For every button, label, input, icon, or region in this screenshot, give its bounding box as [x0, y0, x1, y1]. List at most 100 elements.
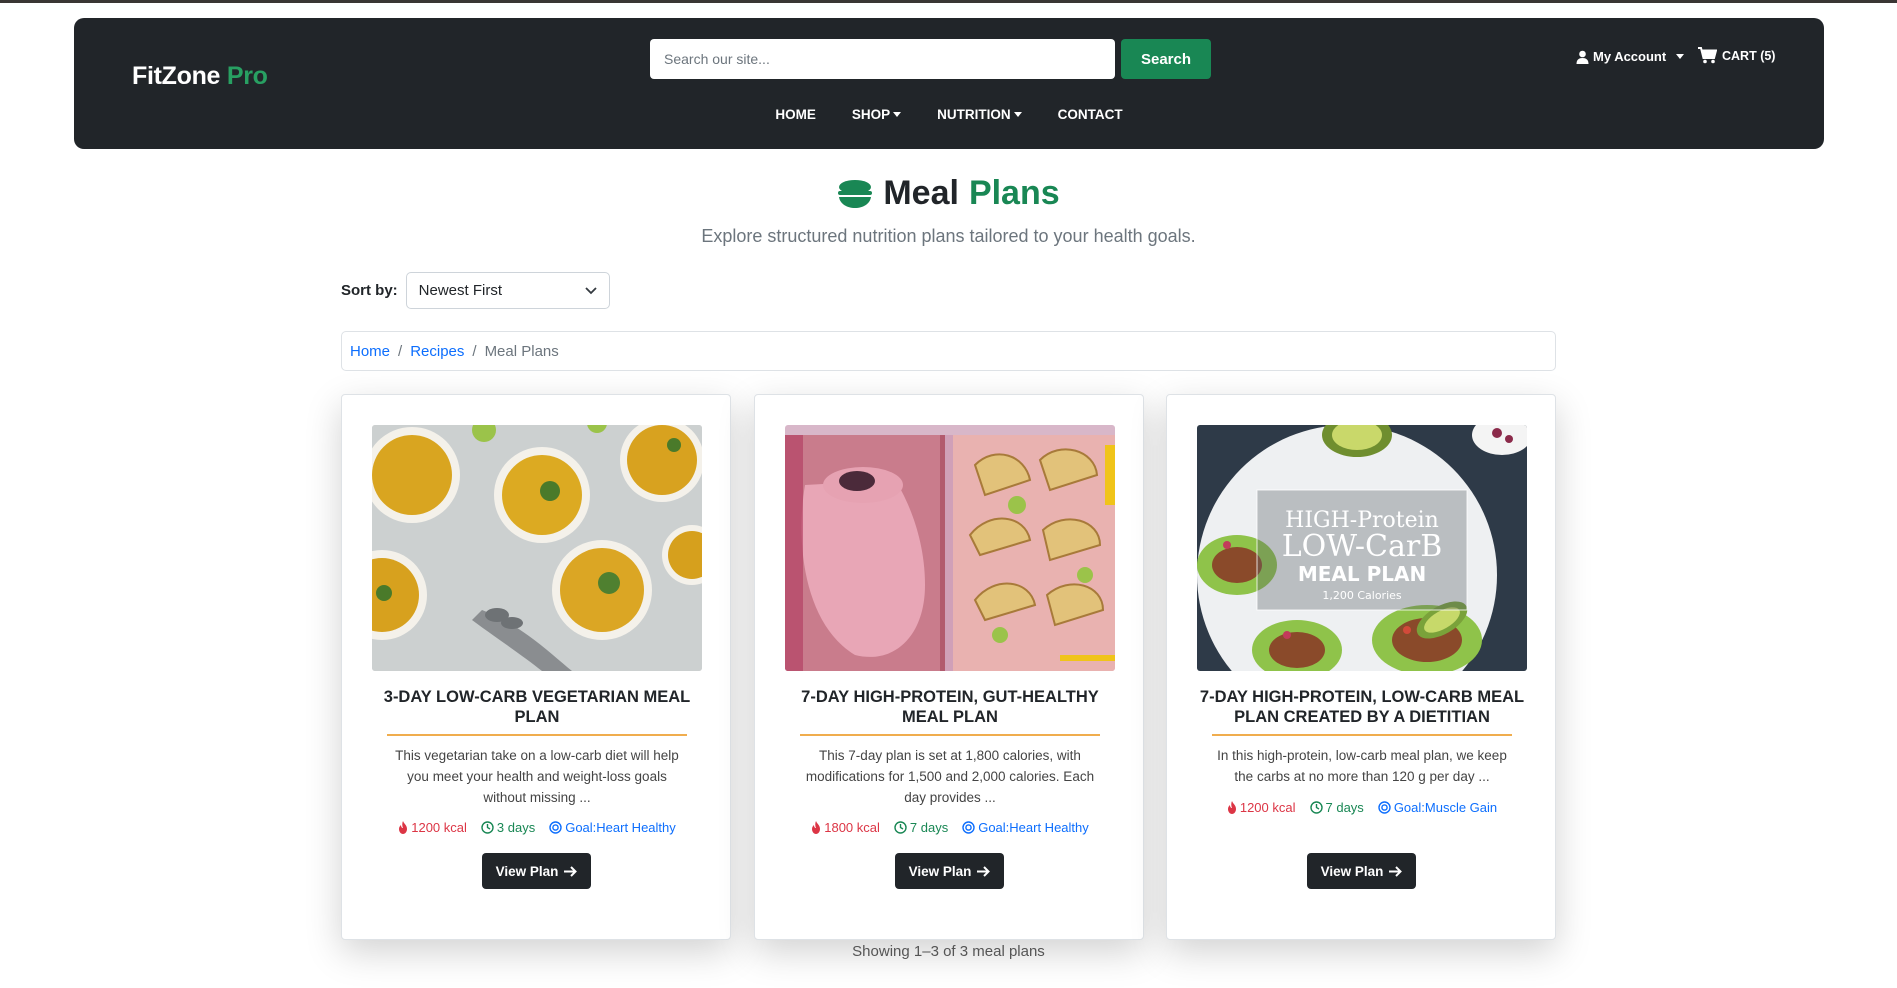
duration-value: 7 days: [909, 820, 949, 835]
meal-plan-meta: 1200 kcal 3 days Goal:Heart Healthy: [342, 820, 732, 835]
goal-value: Goal:Heart Healthy: [565, 820, 676, 835]
clock-icon: [1309, 801, 1323, 814]
chevron-down-icon: [585, 286, 597, 294]
calories-value: 1200 kcal: [411, 820, 467, 835]
meal-plan-meta: 1800 kcal 7 days Goal:Heart Healthy: [755, 820, 1145, 835]
sort-select[interactable]: Newest First: [405, 272, 610, 309]
menu-item-label: NUTRITION: [937, 107, 1011, 122]
calories-badge: 1200 kcal: [1227, 800, 1296, 815]
goal-value: Goal:Muscle Gain: [1393, 800, 1498, 815]
calories-badge: 1800 kcal: [811, 820, 880, 835]
goal-value: Goal:Heart Healthy: [978, 820, 1089, 835]
arrow-right-icon: [977, 865, 991, 877]
menu-item-label: CONTACT: [1057, 107, 1123, 122]
breadcrumb: Home / Recipes / Meal Plans: [341, 331, 1556, 371]
results-count: Showing 1–3 of 3 meal plans: [852, 943, 1045, 960]
search-input[interactable]: [650, 39, 1115, 79]
target-icon: [549, 821, 562, 834]
chevron-down-icon: [893, 112, 902, 117]
brand-logo[interactable]: FitZone Pro: [132, 62, 268, 91]
menu-item-label: SHOP: [851, 107, 891, 122]
title-divider: [800, 734, 1100, 736]
menu-item-home[interactable]: HOME: [775, 107, 816, 122]
duration-badge: 7 days: [1309, 800, 1364, 815]
sort-control: Sort by: Newest First: [341, 272, 610, 309]
main-menu: HOME SHOP NUTRITION CONTACT: [74, 107, 1824, 122]
goal-badge: Goal:Heart Healthy: [962, 820, 1089, 835]
meal-plan-title: 7-DAY HIGH-PROTEIN, LOW-CARB MEAL PLAN C…: [1199, 688, 1525, 726]
target-icon: [1378, 801, 1391, 814]
bowl-icon: [838, 179, 873, 208]
title-divider: [1212, 734, 1512, 736]
view-plan-button[interactable]: View Plan: [895, 853, 1004, 889]
chevron-down-icon: [1013, 112, 1022, 117]
breadcrumb-separator: /: [472, 342, 477, 360]
meal-plan-card: 7-DAY HIGH-PROTEIN, GUT-HEALTHY MEAL PLA…: [754, 394, 1144, 940]
top-border: [0, 0, 1897, 3]
menu-item-label: HOME: [775, 107, 816, 122]
duration-badge: 3 days: [481, 820, 535, 835]
sort-selected-value: Newest First: [418, 282, 503, 299]
arrow-right-icon: [564, 865, 578, 877]
breadcrumb-home[interactable]: Home: [350, 343, 390, 360]
title-divider: [387, 734, 687, 736]
duration-value: 7 days: [1325, 800, 1364, 815]
meal-plan-meta: 1200 kcal 7 days Goal:Muscle Gain: [1167, 800, 1557, 815]
menu-item-shop[interactable]: SHOP: [851, 107, 902, 122]
menu-item-contact[interactable]: CONTACT: [1058, 107, 1123, 122]
image-text-line3: MEAL PLAN: [1298, 562, 1426, 586]
my-account-label: My Account: [1593, 49, 1667, 64]
duration-badge: 7 days: [894, 820, 948, 835]
fire-icon: [1227, 801, 1236, 814]
user-icon: [1576, 50, 1589, 64]
meal-plan-title: 3-DAY LOW-CARB VEGETARIAN MEAL PLAN: [383, 688, 691, 726]
cart-label: CART (5): [1722, 48, 1776, 63]
fire-icon: [812, 821, 821, 834]
my-account-dropdown[interactable]: My Account: [1576, 49, 1685, 64]
page-subtitle: Explore structured nutrition plans tailo…: [701, 226, 1196, 246]
calories-value: 1200 kcal: [1239, 800, 1296, 815]
target-icon: [962, 821, 975, 834]
breadcrumb-current: Meal Plans: [484, 342, 559, 360]
goal-badge: Goal:Muscle Gain: [1378, 800, 1497, 815]
image-text-line2: LOW-CarB: [1282, 529, 1443, 564]
meal-plan-card: HIGH-Protein LOW-CarB MEAL PLAN 1,200 Ca…: [1166, 394, 1556, 940]
view-plan-label: View Plan: [1320, 863, 1384, 879]
calories-value: 1800 kcal: [824, 820, 880, 835]
view-plan-button[interactable]: View Plan: [482, 853, 591, 889]
fire-icon: [399, 821, 408, 834]
breadcrumb-recipes[interactable]: Recipes: [410, 343, 464, 360]
meal-plan-image[interactable]: [785, 425, 1115, 671]
view-plan-label: View Plan: [908, 863, 972, 879]
search-form: [650, 39, 1115, 79]
sort-label: Sort by:: [341, 282, 398, 299]
image-text-line4: 1,200 Calories: [1322, 589, 1402, 602]
clock-icon: [481, 821, 494, 834]
chevron-down-icon: [1676, 54, 1685, 59]
meal-plan-description: In this high-protein, low-carb meal plan…: [1217, 748, 1507, 784]
duration-value: 3 days: [496, 820, 536, 835]
search-button[interactable]: Search: [1121, 39, 1211, 79]
calories-badge: 1200 kcal: [398, 820, 467, 835]
menu-item-nutrition[interactable]: NUTRITION: [937, 107, 1022, 122]
page-title-main: Meal: [883, 174, 959, 212]
meal-plan-image[interactable]: [372, 425, 702, 671]
page-title-accent: Plans: [968, 174, 1060, 212]
view-plan-button[interactable]: View Plan: [1307, 853, 1416, 889]
arrow-right-icon: [1389, 865, 1403, 877]
view-plan-label: View Plan: [495, 863, 559, 879]
cart-link[interactable]: CART (5): [1698, 47, 1775, 64]
meal-plan-title: 7-DAY HIGH-PROTEIN, GUT-HEALTHY MEAL PLA…: [801, 688, 1099, 726]
navbar: FitZone Pro Search My Account CART (5) H…: [74, 18, 1824, 149]
meal-plan-image[interactable]: HIGH-Protein LOW-CarB MEAL PLAN 1,200 Ca…: [1197, 425, 1527, 671]
cart-icon: [1698, 47, 1717, 64]
meal-plan-description: This 7-day plan is set at 1,800 calories…: [805, 748, 1095, 805]
clock-icon: [894, 821, 907, 834]
brand-main: FitZone: [132, 62, 221, 90]
brand-accent: Pro: [226, 62, 268, 90]
breadcrumb-separator: /: [398, 342, 403, 360]
goal-badge: Goal:Heart Healthy: [549, 820, 676, 835]
page-title: Meal Plans: [0, 174, 1897, 213]
meal-plan-card: 3-DAY LOW-CARB VEGETARIAN MEAL PLAN This…: [341, 394, 731, 940]
meal-plan-description: This vegetarian take on a low-carb diet …: [395, 748, 679, 805]
